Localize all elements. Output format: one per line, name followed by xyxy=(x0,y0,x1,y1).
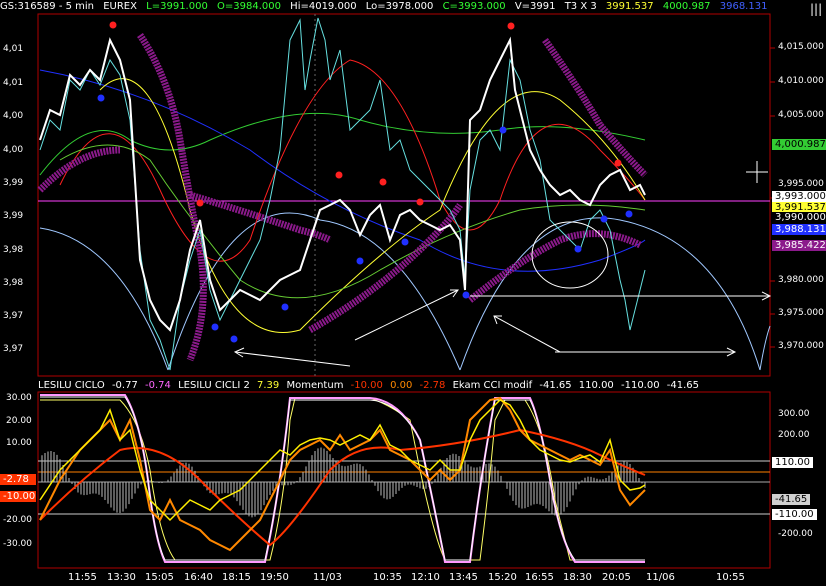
indicator-value: -2.78 xyxy=(419,380,446,391)
indicator-value: -41.65 xyxy=(539,380,572,391)
chart-canvas[interactable] xyxy=(0,0,826,586)
price-badge-level: 3,990.000 xyxy=(772,212,826,223)
left-price-tick: 3,97 xyxy=(3,344,24,354)
price-badge-purple: 3,985.422 xyxy=(772,240,826,251)
right-price-tick: 4,015.000 xyxy=(778,42,824,52)
time-tick: 16:40 xyxy=(184,572,213,583)
time-tick: 18:30 xyxy=(563,572,592,583)
highlight-ellipse xyxy=(531,221,609,289)
time-tick: 13:30 xyxy=(107,572,136,583)
indicator-value: 110.00 xyxy=(578,380,614,391)
left-price-tick: 3,99 xyxy=(3,178,24,188)
indicator-left-tick: 10.00 xyxy=(6,438,32,448)
left-price-tick: 4,01 xyxy=(3,44,24,54)
left-price-tick: 4,00 xyxy=(3,111,24,121)
time-tick: 13:45 xyxy=(449,572,478,583)
indicator-right-badge: 110.00 xyxy=(772,457,813,468)
cyan-line xyxy=(39,17,646,371)
price-badge-close: 3,993.000 xyxy=(772,191,826,202)
price-line xyxy=(39,36,646,332)
left-price-tick: 3,99 xyxy=(3,211,24,221)
indicator-left-badge: -10.00 xyxy=(0,491,36,502)
cycle-arc xyxy=(459,217,761,371)
left-price-tick: 3,98 xyxy=(3,278,24,288)
indicator-left-tick: -20.00 xyxy=(3,515,33,525)
indicator-value: 7.39 xyxy=(257,380,280,391)
indicator-left-badge: -2.78 xyxy=(0,474,36,485)
lime-ma xyxy=(59,144,646,299)
time-tick: 15:20 xyxy=(488,572,517,583)
time-tick: 11:55 xyxy=(68,572,97,583)
indicator-right-badge: -41.65 xyxy=(772,494,811,505)
time-tick: 16:55 xyxy=(525,572,554,583)
red-ma xyxy=(59,59,646,262)
right-price-tick: 3,975.000 xyxy=(778,308,824,318)
indicator-header: LESILU CICLO -0.77 -0.74 LESILU CICLI 2 … xyxy=(38,379,778,392)
indicator-right-tick: 200.00 xyxy=(778,430,810,440)
time-tick: 10:55 xyxy=(716,572,745,583)
indicator-value: -110.00 xyxy=(620,380,660,391)
indicator-value: -0.74 xyxy=(145,380,171,391)
indicator-left-tick: 20.00 xyxy=(6,416,32,426)
red-oscillator xyxy=(39,428,646,547)
indicator-right-badge: -110.00 xyxy=(772,509,817,520)
indicator-value: -10.00 xyxy=(350,380,383,391)
time-tick: 15:05 xyxy=(145,572,174,583)
left-price-tick: 4,00 xyxy=(3,145,24,155)
indicator-right-tick: 300.00 xyxy=(778,409,810,419)
time-tick: 11/06 xyxy=(646,572,675,583)
crosshair-icon xyxy=(746,161,768,183)
price-panel-frame xyxy=(37,13,771,377)
purple-trail xyxy=(467,230,642,303)
cycle-arc xyxy=(759,325,771,371)
indicator-value: -41.65 xyxy=(666,380,700,391)
time-tick: 20:05 xyxy=(602,572,631,583)
right-price-tick: 4,005.000 xyxy=(778,110,824,120)
time-tick: 10:35 xyxy=(373,572,402,583)
left-price-tick: 3,98 xyxy=(3,245,24,255)
indicator-name-4: Ekam CCI modif xyxy=(452,380,533,391)
time-tick: 12:10 xyxy=(411,572,440,583)
price-badge-green: 4,000.987 xyxy=(772,139,826,150)
right-price-tick: 4,010.000 xyxy=(778,76,824,86)
time-tick: 19:50 xyxy=(260,572,289,583)
indicator-name-3: Momentum xyxy=(286,380,344,391)
right-price-tick: 3,980.000 xyxy=(778,275,824,285)
purple-trail xyxy=(188,191,332,244)
left-price-tick: 3,97 xyxy=(3,311,24,321)
time-tick: 18:15 xyxy=(222,572,251,583)
indicator-left-tick: 30.00 xyxy=(6,393,32,403)
swing-markers xyxy=(97,21,633,343)
purple-trail xyxy=(37,146,121,193)
right-price-tick: 3,995.000 xyxy=(778,179,824,189)
price-badge-blue: 3,988.131 xyxy=(772,224,826,235)
indicator-value: 0.00 xyxy=(390,380,413,391)
indicator-right-tick: -200.00 xyxy=(778,529,813,539)
purple-trail xyxy=(542,37,648,178)
indicator-value: -0.77 xyxy=(111,380,138,391)
time-tick: 11/03 xyxy=(313,572,342,583)
indicator-name-1: LESILU CICLO xyxy=(38,380,105,391)
right-price-tick: 3,970.000 xyxy=(778,341,824,351)
indicator-left-tick: -30.00 xyxy=(3,539,33,549)
indicator-name-2: LESILU CICLI 2 xyxy=(178,380,250,391)
left-price-tick: 4,01 xyxy=(3,78,24,88)
